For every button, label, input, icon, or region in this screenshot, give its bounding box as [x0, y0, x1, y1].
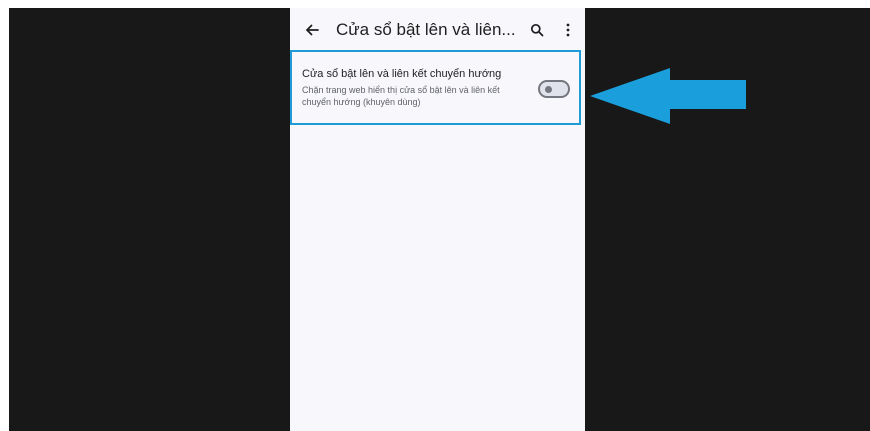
back-button[interactable] — [302, 20, 322, 40]
popups-toggle-switch[interactable] — [538, 80, 570, 98]
setting-summary: Chặn trang web hiển thị cửa sổ bật lên v… — [302, 85, 500, 107]
setting-title: Cửa sổ bật lên và liên kết chuyển hướng — [302, 68, 502, 80]
search-button[interactable] — [528, 21, 546, 39]
phone-screen: Cửa sổ bật lên và liên... Cửa sổ bật lên… — [290, 8, 585, 431]
page-title: Cửa sổ bật lên và liên... — [336, 20, 516, 39]
annotation-arrow-icon — [590, 68, 746, 124]
app-bar: Cửa sổ bật lên và liên... — [290, 8, 585, 52]
more-vert-icon — [566, 23, 570, 37]
popups-redirects-setting[interactable]: Cửa sổ bật lên và liên kết chuyển hướng … — [290, 50, 581, 125]
toggle-knob — [545, 86, 552, 93]
arrow-left-icon — [306, 24, 319, 36]
more-options-button[interactable] — [560, 21, 576, 39]
search-icon — [530, 23, 544, 37]
